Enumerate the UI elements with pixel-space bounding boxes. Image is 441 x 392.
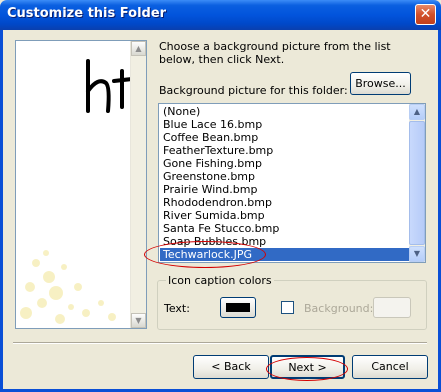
cancel-button[interactable]: Cancel [352,355,428,379]
list-item[interactable]: Prairie Wind.bmp [160,183,410,196]
list-item[interactable]: Coffee Bean.bmp [160,131,410,144]
background-preview: ▲ ▼ [15,40,147,329]
next-button[interactable]: Next > [270,355,345,379]
text-color-button[interactable] [220,297,256,318]
back-button[interactable]: < Back [193,355,269,379]
picture-items: (None) Blue Lace 16.bmp Coffee Bean.bmp Fea… [160,105,410,261]
list-scroll-thumb[interactable] [409,121,425,245]
list-item[interactable]: Santa Fe Stucco.bmp [160,222,410,235]
dialog-divider [13,342,427,344]
list-item[interactable]: Gone Fishing.bmp [160,157,410,170]
close-icon: ✕ [419,6,432,22]
preview-scroll-up-icon[interactable]: ▲ [131,41,146,56]
list-item[interactable]: Techwarlock.JPG [160,248,410,261]
list-item[interactable]: Greenstone.bmp [160,170,410,183]
background-color-label: Background: [304,302,374,315]
list-item[interactable]: FeatherTexture.bmp [160,144,410,157]
background-color-button [373,297,411,318]
preview-image [20,59,132,324]
list-item[interactable]: Soap Bubbles.bmp [160,235,410,248]
text-color-swatch [226,303,250,312]
close-button[interactable]: ✕ [415,4,436,25]
browse-button[interactable]: Browse... [350,72,411,95]
list-scroll-up-icon[interactable]: ▲ [409,104,425,120]
list-item[interactable]: Blue Lace 16.bmp [160,118,410,131]
list-scroll-down-icon[interactable]: ▼ [409,246,425,262]
list-scrollbar[interactable]: ▲ ▼ [409,104,425,262]
window-title: Customize this Folder [7,6,167,21]
background-color-checkbox[interactable] [281,301,294,314]
list-item[interactable]: (None) [160,105,410,118]
preview-scrollbar[interactable]: ▲ ▼ [130,41,146,328]
preview-scroll-down-icon[interactable]: ▼ [131,313,146,328]
instructions-text: Choose a background picture from the lis… [159,40,391,66]
text-color-label: Text: [164,302,190,315]
list-label: Background picture for this folder: [159,84,348,97]
background-picture-list[interactable]: (None) Blue Lace 16.bmp Coffee Bean.bmp Fea… [158,103,426,263]
list-item[interactable]: Rhododendron.bmp [160,196,410,209]
list-item[interactable]: River Sumida.bmp [160,209,410,222]
title-bar: Customize this Folder ✕ [0,0,441,30]
caption-colors-title: Icon caption colors [166,274,274,287]
